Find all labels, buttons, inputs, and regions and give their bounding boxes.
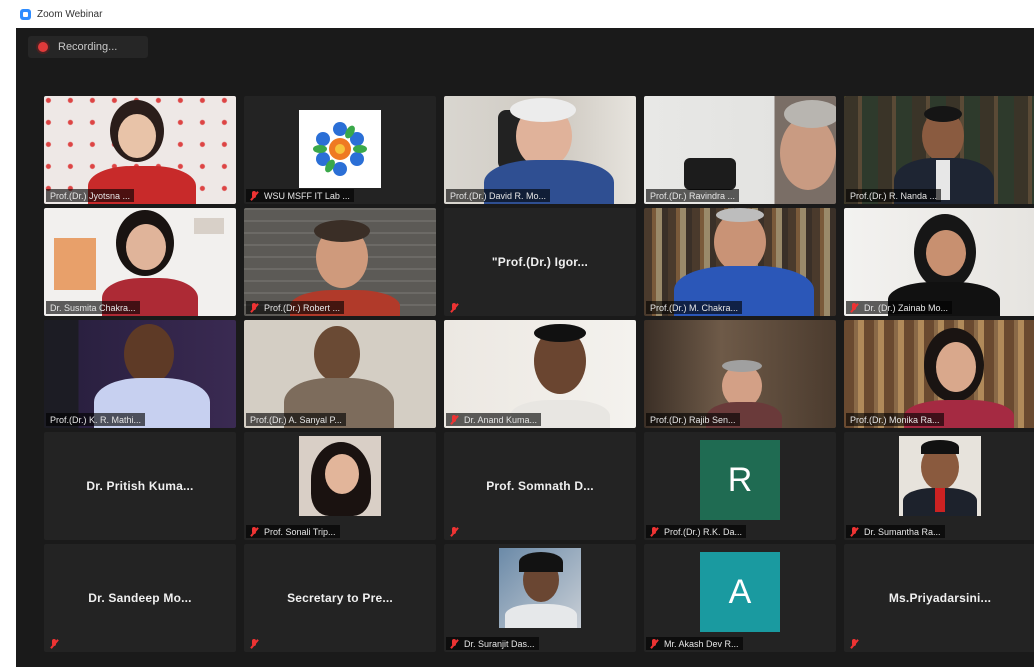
participant-name: Dr. Suranjit Das... [464,638,535,649]
participant-name: Prof.(Dr.) M. Chakra... [650,302,739,313]
profile-photo [499,548,581,628]
participant-name: Prof.(Dr.) Ravindra ... [650,190,736,201]
muted-mic-icon [250,638,259,649]
participant-name: Prof. Somnath D... [486,479,594,493]
participant-tile[interactable]: Secretary to Pre... [244,544,436,652]
muted-mic-icon [850,302,859,313]
participant-video [44,96,236,204]
muted-mic-icon [850,526,859,537]
participant-video [844,96,1034,204]
participant-tile[interactable]: WSU MSFF IT Lab ... [244,96,436,204]
participant-tile[interactable]: Dr. Susmita Chakra... [44,208,236,316]
participant-tile[interactable]: "Prof.(Dr.) Igor... [444,208,636,316]
meeting-window: Recording... Prof.(Dr.) Jyotsna ... WSU … [16,28,1034,667]
participant-tile[interactable]: Dr. Sandeep Mo... [44,544,236,652]
title-bar: Zoom Webinar [0,0,1034,28]
participant-tile[interactable]: Prof. Somnath D... [444,432,636,540]
participant-tile[interactable]: Prof.(Dr.) David R. Mo... [444,96,636,204]
participant-name: Dr. Pritish Kuma... [86,479,194,493]
window-title: Zoom Webinar [37,8,103,20]
participant-name: "Prof.(Dr.) Igor... [491,255,589,269]
participant-tile[interactable]: Prof.(Dr.) K. R. Mathi... [44,320,236,428]
flower-logo-icon [313,122,367,176]
recording-label: Recording... [58,41,118,53]
organization-logo [299,110,381,188]
participant-name: Dr. Sumantha Ra... [864,526,941,537]
muted-mic-icon [650,526,659,537]
participant-name: Dr. Sandeep Mo... [88,591,192,605]
participant-tile[interactable]: Prof.(Dr.) A. Sanyal P... [244,320,436,428]
muted-mic-icon [250,190,259,201]
muted-mic-icon [450,638,459,649]
participant-name: Prof.(Dr.) Monika Ra... [850,414,940,425]
participant-tile[interactable]: Dr. Pritish Kuma... [44,432,236,540]
participant-tile[interactable]: Ms.Priyadarsini... [844,544,1034,652]
muted-mic-icon [450,414,459,425]
profile-photo [899,436,981,516]
recording-indicator[interactable]: Recording... [28,36,148,58]
participant-tile[interactable]: Dr. Anand Kuma... [444,320,636,428]
participant-tile[interactable]: Dr. Sumantha Ra... [844,432,1034,540]
muted-mic-icon [50,638,59,649]
participant-video [644,320,836,428]
muted-mic-icon [250,526,259,537]
participant-name: Secretary to Pre... [287,591,393,605]
participant-video [644,208,836,316]
muted-mic-icon [250,302,259,313]
participant-name: Prof.(Dr.) David R. Mo... [450,190,547,201]
participant-name: Prof.(Dr.) Rajib Sen... [650,414,736,425]
profile-photo [299,436,381,516]
participant-tile[interactable]: R Prof.(Dr.) R.K. Da... [644,432,836,540]
record-icon [38,42,48,52]
participant-tile[interactable]: Prof.(Dr.) Robert ... [244,208,436,316]
participant-name: Prof.(Dr.) Jyotsna ... [50,190,131,201]
participant-name: Mr. Akash Dev R... [664,638,739,649]
participant-tile[interactable]: Dr. Suranjit Das... [444,544,636,652]
muted-mic-icon [450,302,459,313]
letter-avatar: A [700,552,780,632]
participant-name: Dr. Anand Kuma... [464,414,538,425]
participant-name: Prof.(Dr.) Robert ... [264,302,341,313]
participant-name: Prof.(Dr.) R.K. Da... [664,526,743,537]
muted-mic-icon [650,638,659,649]
letter-avatar: R [700,440,780,520]
participant-name: Ms.Priyadarsini... [888,591,992,605]
participant-video [644,96,836,204]
participant-tile[interactable]: Prof. Sonali Trip... [244,432,436,540]
participant-name: Prof. Sonali Trip... [264,526,336,537]
participant-name: Prof.(Dr.) K. R. Mathi... [50,414,142,425]
zoom-app-icon [20,8,31,20]
participant-video [444,320,636,428]
muted-mic-icon [850,638,859,649]
participant-video [844,208,1034,316]
participant-video [444,96,636,204]
participant-tile[interactable]: Prof.(Dr.) Monika Ra... [844,320,1034,428]
participant-name: WSU MSFF IT Lab ... [264,190,350,201]
participant-tile[interactable]: A Mr. Akash Dev R... [644,544,836,652]
participant-tile[interactable]: Prof.(Dr.) M. Chakra... [644,208,836,316]
participant-video [44,208,236,316]
participant-name: Prof.(Dr.) A. Sanyal P... [250,414,342,425]
participant-tile[interactable]: Prof.(Dr.) Jyotsna ... [44,96,236,204]
participant-name: Prof.(Dr.) R. Nanda ... [850,190,938,201]
participant-tile[interactable]: Dr. (Dr.) Zainab Mo... [844,208,1034,316]
participant-video [244,320,436,428]
muted-mic-icon [450,526,459,537]
participant-video [44,320,236,428]
participant-name: Dr. Susmita Chakra... [50,302,136,313]
participant-tile[interactable]: Prof.(Dr.) Ravindra ... [644,96,836,204]
participant-tile[interactable]: Prof.(Dr.) Rajib Sen... [644,320,836,428]
participant-video [244,208,436,316]
participant-name: Dr. (Dr.) Zainab Mo... [864,302,949,313]
participant-video [844,320,1034,428]
active-speaker-tile[interactable]: Prof.(Dr.) R. Nanda ... [844,96,1034,204]
